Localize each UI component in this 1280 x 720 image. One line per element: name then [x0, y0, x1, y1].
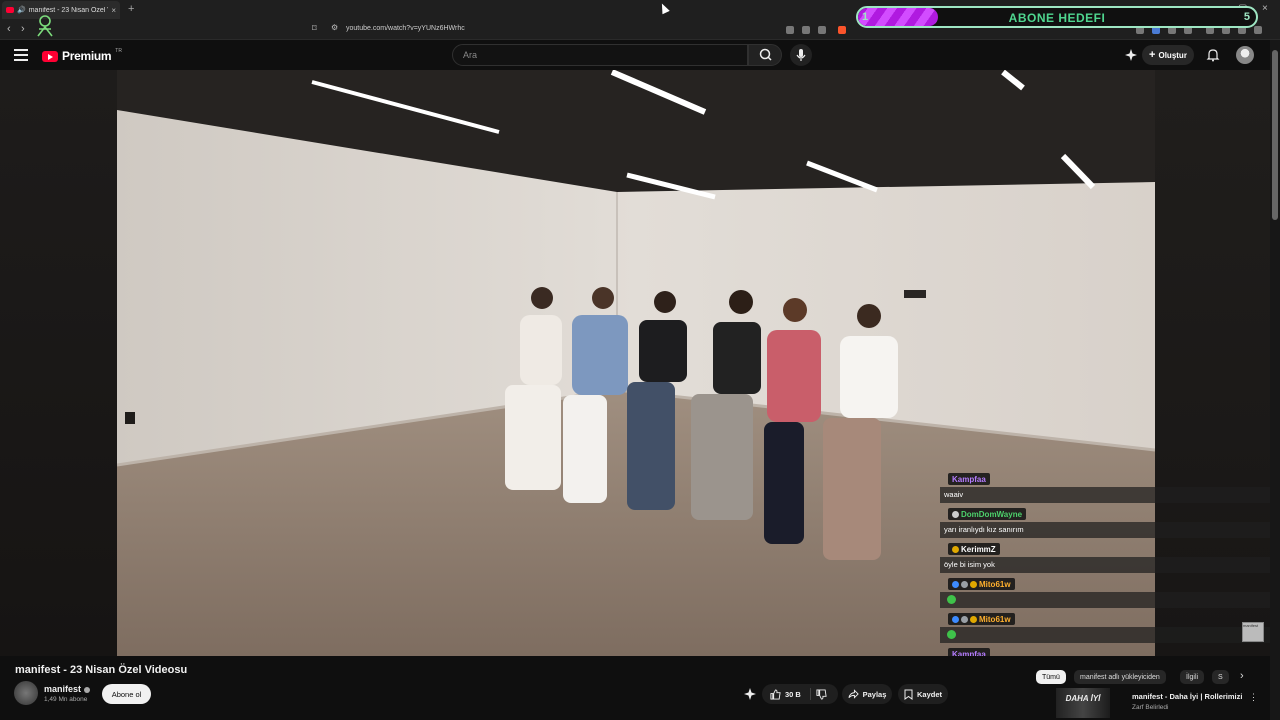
chat-message-text: yarı iranlıydı kız sanırım — [944, 525, 1024, 534]
search-icon — [759, 48, 772, 61]
new-tab-button[interactable]: + — [128, 3, 134, 15]
save-button[interactable]: Kaydet — [898, 684, 948, 704]
notifications-bell-icon[interactable] — [1206, 48, 1220, 62]
chat-badge-icon — [952, 510, 959, 518]
user-avatar[interactable] — [1236, 46, 1254, 64]
scrollbar-thumb[interactable] — [1272, 50, 1278, 220]
chat-badge-icon — [952, 580, 959, 588]
chat-message-text: öyle bi isim yok — [944, 560, 995, 569]
share-button[interactable]: Paylaş — [842, 684, 892, 704]
close-window-button[interactable]: × — [1262, 3, 1268, 14]
video-title: manifest - 23 Nisan Özel Videosu — [15, 664, 188, 676]
thumbs-up-icon — [770, 688, 781, 700]
chat-message-background — [940, 627, 1270, 643]
chat-badge-icon — [961, 580, 968, 588]
speaker-icon: 🔊 — [17, 7, 26, 14]
goal-title: ABONE HEDEFI — [1008, 11, 1106, 25]
bookmark-icon[interactable]: ⌑ — [312, 23, 317, 34]
like-button[interactable]: 30 B — [770, 688, 801, 700]
more-options-icon[interactable]: ⋮ — [1249, 692, 1258, 703]
chat-message-background — [940, 487, 1270, 503]
channel-name[interactable]: manifest — [44, 684, 91, 694]
chat-badge-icon — [961, 615, 968, 623]
chat-username-text: Mito61w — [979, 579, 1011, 589]
chat-username[interactable]: Kampfaa — [948, 473, 990, 485]
url-field[interactable]: youtube.com/watch?v=yYUNz6HWrhc — [346, 25, 465, 32]
chat-badge-icon — [970, 615, 977, 623]
chat-badge-icon — [952, 615, 959, 623]
channel-name-text: manifest — [44, 684, 82, 694]
back-icon[interactable]: ‹ — [7, 23, 11, 35]
plus-icon: + — [1149, 49, 1156, 61]
chat-message-background — [940, 592, 1270, 608]
chat-username-text: DomDomWayne — [961, 509, 1023, 519]
chat-badge-icon — [952, 545, 959, 553]
share-icon — [848, 689, 859, 699]
chat-username[interactable]: KerimmZ — [948, 543, 1000, 555]
site-settings-icon[interactable]: ⚙ — [331, 23, 338, 32]
logo-text: Premium — [62, 49, 112, 63]
chip-all[interactable]: Tümü — [1036, 670, 1066, 684]
like-dislike-group: 30 B — [762, 684, 838, 704]
mascot-icon — [37, 15, 53, 37]
chips-next-icon[interactable]: › — [1240, 670, 1244, 682]
zoom-icon[interactable] — [802, 26, 810, 34]
chat-badge-icon — [970, 580, 977, 588]
minimized-preview[interactable]: manifest — [1242, 622, 1264, 642]
forward-icon[interactable]: › — [21, 23, 25, 35]
channel-avatar[interactable] — [14, 681, 38, 705]
menu-icon[interactable] — [14, 49, 28, 61]
thumbs-down-icon[interactable] — [816, 689, 827, 700]
chip-from-uploader[interactable]: manifest adlı yükleyiciden — [1074, 670, 1166, 684]
save-label: Kaydet — [916, 689, 942, 699]
chat-username-text: KerimmZ — [961, 544, 996, 554]
thumbnail-text: DAHA İYİ — [1065, 694, 1101, 703]
subscribe-button[interactable]: Abone ol — [102, 684, 151, 704]
verified-icon — [84, 686, 91, 693]
logo-region: TR — [115, 48, 122, 54]
microphone-icon — [796, 49, 806, 61]
subscriber-goal-bar: 1 ABONE HEDEFI 5 — [856, 6, 1258, 28]
chat-username-text: Mito61w — [979, 614, 1011, 624]
chat-username[interactable]: Mito61w — [948, 578, 1015, 590]
recommendation-title[interactable]: manifest - Daha İyi | Rollerimizi — [1132, 692, 1242, 701]
create-label: Oluştur — [1158, 50, 1187, 60]
chat-username[interactable]: Mito61w — [948, 613, 1015, 625]
video-info-section: manifest - 23 Nisan Özel Videosu manifes… — [0, 656, 1270, 720]
cast-icon[interactable] — [786, 26, 794, 34]
brave-shield-icon[interactable] — [838, 26, 846, 34]
chat-username[interactable]: DomDomWayne — [948, 508, 1027, 520]
youtube-play-icon — [42, 50, 58, 62]
ai-sparkle-icon[interactable] — [743, 687, 757, 701]
chip-more[interactable]: S — [1212, 670, 1229, 684]
voice-search-button[interactable] — [790, 44, 812, 66]
browser-tab[interactable]: 🔊 manifest - 23 Nisan Özel Vide × — [2, 1, 120, 19]
tab-close-icon[interactable]: × — [111, 6, 116, 15]
search-input[interactable]: Ara — [452, 44, 748, 66]
ai-sparkle-icon[interactable] — [1124, 48, 1138, 62]
chat-emote-icon — [947, 630, 956, 639]
create-button[interactable]: + Oluştur — [1142, 45, 1194, 65]
tab-title: manifest - 23 Nisan Özel Vide — [28, 6, 109, 14]
search-button[interactable] — [748, 44, 782, 66]
chat-username-text: Kampfaa — [952, 474, 986, 484]
video-letterbox-left — [0, 70, 117, 656]
youtube-header: Premium TR Ara + Oluştur — [0, 40, 1280, 70]
chip-related[interactable]: İlgili — [1180, 670, 1205, 684]
recommendation-channel: Zarf Belirledi — [1132, 704, 1169, 711]
youtube-logo[interactable]: Premium TR — [42, 48, 122, 63]
menu-icon[interactable] — [1254, 26, 1262, 34]
share-label: Paylaş — [862, 689, 887, 699]
like-count: 30 B — [785, 689, 801, 699]
chat-message-text: waaiv — [944, 490, 964, 499]
subscriber-count: 1,49 Mn abone — [44, 696, 88, 703]
share-icon[interactable] — [818, 26, 826, 34]
goal-end-value: 5 — [1243, 11, 1250, 23]
recommendation-thumbnail[interactable]: DAHA İYİ — [1056, 688, 1110, 718]
bookmark-icon — [904, 689, 913, 700]
page-scrollbar[interactable] — [1270, 40, 1280, 720]
youtube-favicon-icon — [6, 7, 14, 13]
chat-emote-icon — [947, 595, 956, 604]
